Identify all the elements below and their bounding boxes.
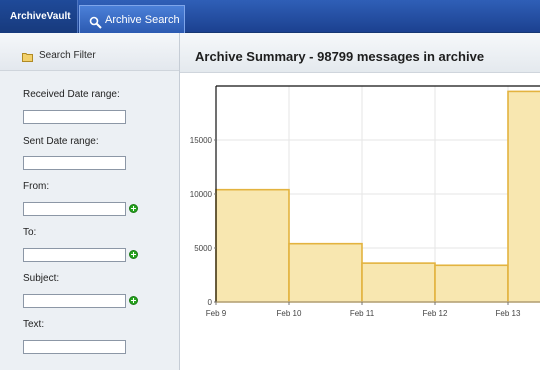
chart-bar <box>361 262 436 303</box>
to-label: To: <box>23 227 37 238</box>
messages-bar-chart: 0 5000 10000 15000 Feb 9 Feb 10 Feb 11 Feb 12 Fe… <box>190 85 540 318</box>
x-tick-label: Feb 13 <box>496 309 521 318</box>
to-input[interactable] <box>23 248 126 262</box>
search-filter-header[interactable]: Search Filter <box>0 33 179 71</box>
subject-label: Subject: <box>23 273 60 284</box>
folder-icon <box>22 49 33 62</box>
archive-summary-panel: Archive Summary - 98799 messages in arch… <box>180 33 540 370</box>
x-tick-label: Feb 11 <box>350 309 375 318</box>
chart-bar <box>434 264 509 303</box>
x-tick-label: Feb 12 <box>423 309 448 318</box>
page-title: Archive Summary - 98799 messages in arch… <box>195 49 485 64</box>
add-from-icon[interactable] <box>129 204 138 213</box>
x-tick-label: Feb 10 <box>277 309 302 318</box>
search-filter-sidebar: Search Filter Received Date range: Sent … <box>0 33 180 370</box>
y-tick-label: 0 <box>208 298 213 307</box>
sent-date-input[interactable] <box>23 156 126 170</box>
add-to-icon[interactable] <box>129 250 138 259</box>
subject-input[interactable] <box>23 294 126 308</box>
from-label: From: <box>23 181 50 192</box>
add-subject-icon[interactable] <box>129 296 138 305</box>
received-date-label: Received Date range: <box>23 89 120 100</box>
y-tick-label: 15000 <box>190 136 213 145</box>
y-tick-label: 10000 <box>190 190 213 199</box>
from-input[interactable] <box>23 202 126 216</box>
sent-date-label: Sent Date range: <box>23 136 99 147</box>
archive-summary-header: Archive Summary - 98799 messages in arch… <box>180 33 540 73</box>
chart-bar <box>288 242 363 303</box>
text-label: Text: <box>23 319 45 330</box>
tab-archive-search[interactable]: Archive Search <box>79 5 185 33</box>
chart-bar <box>215 188 290 303</box>
brand-label[interactable]: ArchiveVault <box>0 0 78 33</box>
top-navigation-bar: ArchiveVault Archive Search <box>0 0 540 33</box>
search-filter-label: Search Filter <box>39 50 96 61</box>
received-date-input[interactable] <box>23 110 126 124</box>
tab-label: Archive Search <box>105 14 180 26</box>
x-tick-label: Feb 9 <box>206 309 227 318</box>
search-icon <box>89 13 103 29</box>
app-window: ArchiveVault Archive Search Search Filte… <box>0 0 540 370</box>
chart-bar <box>507 90 540 303</box>
text-input[interactable] <box>23 340 126 354</box>
y-tick-label: 5000 <box>194 244 212 253</box>
